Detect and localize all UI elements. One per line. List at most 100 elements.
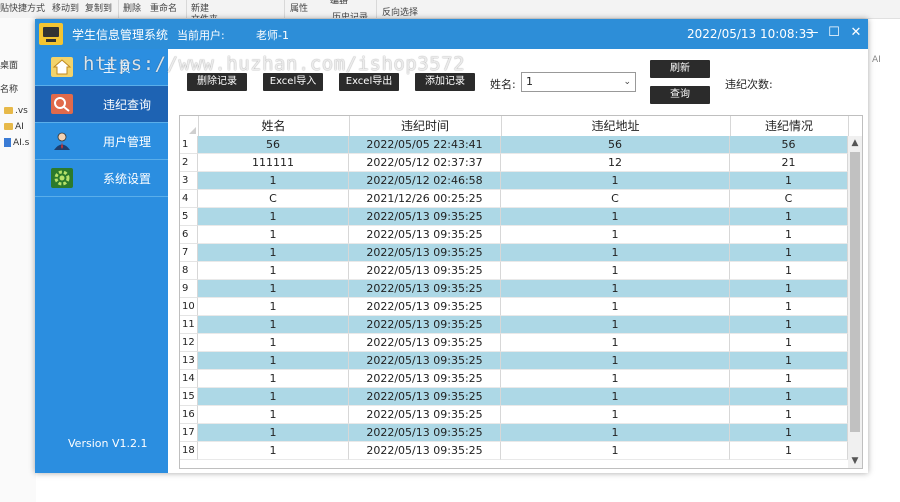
table-row[interactable]: 18 1 2022/05/13 09:35:25 1 1 [180, 442, 848, 460]
table-row[interactable]: 1 56 2022/05/05 22:43:41 56 56 [180, 136, 848, 154]
cell-time[interactable]: 2022/05/13 09:35:25 [349, 424, 501, 442]
file-ai-folder[interactable]: AI [4, 122, 24, 132]
ribbon-history[interactable]: 历史记录 [332, 10, 368, 18]
ribbon-move-to[interactable]: 移动到 [52, 1, 79, 14]
cell-time[interactable]: 2022/05/13 09:35:25 [349, 334, 501, 352]
cell-location[interactable]: 1 [501, 370, 730, 388]
cell-time[interactable]: 2022/05/13 09:35:25 [349, 442, 501, 460]
cell-time[interactable]: 2022/05/13 09:35:25 [349, 262, 501, 280]
cell-location[interactable]: 1 [501, 298, 730, 316]
column-header-time[interactable]: 违纪时间 [349, 116, 502, 136]
column-header-location[interactable]: 违纪地址 [501, 116, 731, 136]
cell-name[interactable]: 1 [198, 424, 349, 442]
cell-time[interactable]: 2022/05/13 09:35:25 [349, 406, 501, 424]
ribbon-delete[interactable]: 删除 [123, 1, 141, 14]
ribbon-rename[interactable]: 重命名 [150, 1, 177, 14]
cell-name[interactable]: 1 [198, 226, 349, 244]
table-row[interactable]: 4 C 2021/12/26 00:25:25 C C [180, 190, 848, 208]
cell-location[interactable]: 1 [501, 334, 730, 352]
table-row[interactable]: 12 1 2022/05/13 09:35:25 1 1 [180, 334, 848, 352]
scroll-up-icon[interactable]: ▲ [848, 136, 862, 150]
cell-name[interactable]: 1 [198, 370, 349, 388]
ribbon-invert-selection[interactable]: 反向选择 [382, 5, 418, 18]
close-button[interactable]: ✕ [846, 23, 866, 43]
ribbon-paste-shortcut[interactable]: 贴快捷方式 [0, 1, 45, 14]
ribbon-edit[interactable]: 编辑 [330, 0, 348, 4]
cell-location[interactable]: 12 [501, 154, 730, 172]
table-row[interactable]: 5 1 2022/05/13 09:35:25 1 1 [180, 208, 848, 226]
row-number[interactable]: 12 [180, 334, 198, 352]
delete-record-button[interactable]: 删除记录 [187, 73, 247, 91]
row-number[interactable]: 1 [180, 136, 198, 154]
sidebar-item-violation-query[interactable]: 违纪查询 [35, 86, 168, 123]
scroll-thumb[interactable] [850, 152, 860, 432]
cell-detail[interactable]: 1 [730, 424, 848, 442]
table-row[interactable]: 17 1 2022/05/13 09:35:25 1 1 [180, 424, 848, 442]
cell-name[interactable]: 1 [198, 334, 349, 352]
cell-location[interactable]: 1 [501, 442, 730, 460]
cell-detail[interactable]: 1 [730, 244, 848, 262]
cell-name[interactable]: 1 [198, 298, 349, 316]
file-vs[interactable]: .vs [4, 106, 28, 116]
name-select[interactable]: 1 ⌄ [521, 72, 636, 92]
row-number[interactable]: 6 [180, 226, 198, 244]
table-row[interactable]: 8 1 2022/05/13 09:35:25 1 1 [180, 262, 848, 280]
row-number[interactable]: 14 [180, 370, 198, 388]
cell-location[interactable]: 1 [501, 316, 730, 334]
row-number[interactable]: 5 [180, 208, 198, 226]
cell-detail[interactable]: 1 [730, 280, 848, 298]
table-row[interactable]: 6 1 2022/05/13 09:35:25 1 1 [180, 226, 848, 244]
cell-location[interactable]: 1 [501, 172, 730, 190]
cell-location[interactable]: 56 [501, 136, 730, 154]
cell-detail[interactable]: 1 [730, 442, 848, 460]
sidebar-item-home[interactable]: 主 页 [35, 49, 168, 86]
row-number[interactable]: 3 [180, 172, 198, 190]
row-number[interactable]: 16 [180, 406, 198, 424]
maximize-button[interactable]: ☐ [824, 23, 844, 43]
cell-detail[interactable]: 1 [730, 226, 848, 244]
cell-detail[interactable]: 1 [730, 388, 848, 406]
cell-time[interactable]: 2022/05/13 09:35:25 [349, 352, 501, 370]
file-ai-solution[interactable]: AI.s [4, 138, 29, 148]
sidebar-item-user-management[interactable]: 用户管理 [35, 123, 168, 160]
row-number[interactable]: 2 [180, 154, 198, 172]
row-number[interactable]: 8 [180, 262, 198, 280]
vertical-scrollbar[interactable]: ▲ ▼ [848, 136, 862, 468]
cell-time[interactable]: 2022/05/13 09:35:25 [349, 208, 501, 226]
row-number[interactable]: 4 [180, 190, 198, 208]
table-row[interactable]: 10 1 2022/05/13 09:35:25 1 1 [180, 298, 848, 316]
table-row[interactable]: 13 1 2022/05/13 09:35:25 1 1 [180, 352, 848, 370]
cell-name[interactable]: 1 [198, 316, 349, 334]
column-name[interactable]: 名称 [0, 82, 18, 95]
cell-time[interactable]: 2022/05/12 02:46:58 [349, 172, 501, 190]
cell-location[interactable]: 1 [501, 262, 730, 280]
cell-detail[interactable]: C [730, 190, 848, 208]
column-header-detail[interactable]: 违纪情况 [730, 116, 849, 136]
cell-location[interactable]: 1 [501, 280, 730, 298]
cell-detail[interactable]: 56 [730, 136, 848, 154]
row-number[interactable]: 9 [180, 280, 198, 298]
nav-desktop[interactable]: 桌面 [0, 58, 18, 71]
cell-detail[interactable]: 1 [730, 172, 848, 190]
row-number[interactable]: 15 [180, 388, 198, 406]
table-row[interactable]: 7 1 2022/05/13 09:35:25 1 1 [180, 244, 848, 262]
title-bar[interactable]: 学生信息管理系统 当前用户: 老师-1 2022/05/13 10:08:33 … [35, 19, 868, 49]
cell-location[interactable]: 1 [501, 424, 730, 442]
cell-detail[interactable]: 1 [730, 370, 848, 388]
select-all-corner[interactable] [180, 116, 199, 136]
cell-time[interactable]: 2022/05/13 09:35:25 [349, 388, 501, 406]
cell-time[interactable]: 2022/05/13 09:35:25 [349, 280, 501, 298]
minimize-button[interactable]: — [802, 23, 822, 43]
excel-export-button[interactable]: Excel导出 [339, 73, 399, 91]
cell-location[interactable]: C [501, 190, 730, 208]
column-header-name[interactable]: 姓名 [198, 116, 350, 136]
cell-location[interactable]: 1 [501, 388, 730, 406]
cell-location[interactable]: 1 [501, 406, 730, 424]
row-number[interactable]: 10 [180, 298, 198, 316]
scroll-down-icon[interactable]: ▼ [848, 454, 862, 468]
row-number[interactable]: 11 [180, 316, 198, 334]
cell-name[interactable]: 1 [198, 442, 349, 460]
cell-time[interactable]: 2022/05/05 22:43:41 [349, 136, 501, 154]
table-row[interactable]: 14 1 2022/05/13 09:35:25 1 1 [180, 370, 848, 388]
cell-detail[interactable]: 1 [730, 262, 848, 280]
